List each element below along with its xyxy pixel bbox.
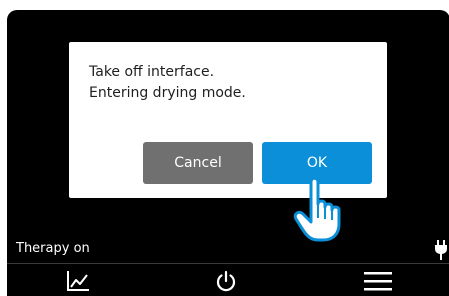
dialog-message-line-1: Take off interface. — [89, 64, 215, 80]
dialog-message: Take off interface. Entering drying mode… — [89, 62, 369, 104]
dialog-message-line-2: Entering drying mode. — [89, 85, 246, 101]
therapy-status-text: Therapy on — [16, 241, 90, 256]
plug-icon — [435, 240, 447, 260]
nav-menu-button[interactable] — [358, 266, 398, 296]
status-bar: Therapy on — [7, 238, 449, 262]
chart-icon — [67, 271, 89, 291]
drying-mode-dialog: Take off interface. Entering drying mode… — [69, 42, 387, 198]
device-screen: Take off interface. Entering drying mode… — [7, 10, 449, 296]
ok-button-label: OK — [306, 155, 328, 171]
menu-icon — [364, 272, 392, 291]
nav-power-button[interactable] — [206, 266, 246, 296]
cancel-button[interactable]: Cancel — [143, 142, 253, 184]
cancel-button-label: Cancel — [174, 155, 222, 171]
ok-button[interactable]: OK — [262, 142, 372, 184]
bottom-nav-bar — [7, 264, 449, 296]
nav-chart-button[interactable] — [58, 266, 98, 296]
power-icon — [216, 270, 236, 292]
